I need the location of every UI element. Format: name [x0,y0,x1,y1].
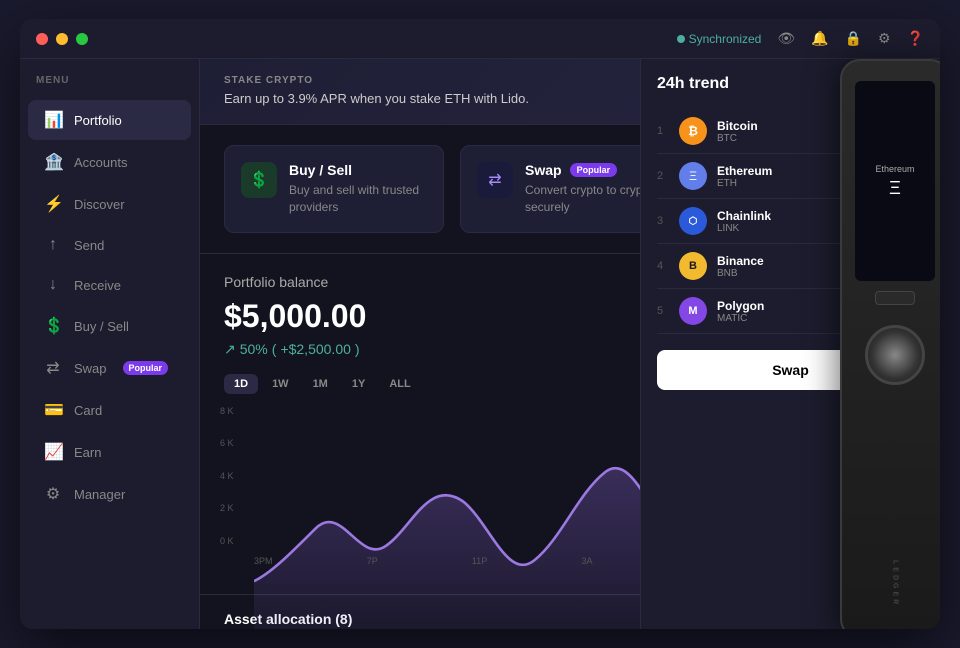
buy-sell-icon: 💲 [44,316,62,336]
gear-icon[interactable]: ⚙ [878,30,891,47]
bell-icon[interactable]: 🔔 [811,30,828,47]
receive-icon: ↓ [44,276,62,294]
title-bar: Synchronized 👁 🔔 🔒 ⚙ ❓ [20,19,940,59]
banner-line2: ETH with Lido. [444,91,529,106]
matic-icon: M [679,297,707,325]
portfolio-icon: 📊 [44,110,62,130]
sync-label: Synchronized [689,32,762,46]
change-amount: ( [272,341,277,357]
change-value: +$2,500.00 [280,341,350,357]
trend-rank-1: 1 [657,125,669,137]
sidebar-item-label-earn: Earn [74,445,101,460]
sidebar-item-accounts[interactable]: 🏦 Accounts [28,142,191,182]
sidebar-item-label-receive: Receive [74,278,121,293]
period-1d[interactable]: 1D [224,374,258,394]
ledger-screen: Ethereum Ξ [855,81,935,281]
bnb-icon: B [679,252,707,280]
sidebar-item-label-card: Card [74,403,102,418]
swap-popular-badge: Popular [123,361,169,375]
ledger-button-center[interactable] [865,325,925,385]
sidebar-item-receive[interactable]: ↓ Receive [28,266,191,304]
eye-icon[interactable]: 👁 [777,30,795,47]
sidebar-item-send[interactable]: ↑ Send [28,226,191,264]
sidebar-item-label-accounts: Accounts [74,155,127,170]
arrow-up-icon: ↗ [224,341,236,358]
buy-sell-card[interactable]: 💲 Buy / Sell Buy and sell with trusted p… [224,145,444,233]
btc-icon: ₿ [679,117,707,145]
sidebar-item-portfolio[interactable]: 📊 Portfolio [28,100,191,140]
banner-line1: Earn up to 3.9% APR when you stake [224,91,441,106]
traffic-light-close[interactable] [36,33,48,45]
sidebar: MENU 📊 Portfolio 🏦 Accounts ⚡ Discover ↑… [20,59,200,629]
question-icon[interactable]: ❓ [907,30,924,47]
app-window: Synchronized 👁 🔔 🔒 ⚙ ❓ MENU 📊 Portfolio … [20,19,940,629]
menu-label: MENU [20,75,199,98]
trend-rank-2: 2 [657,170,669,182]
trend-rank-5: 5 [657,305,669,317]
sidebar-item-swap[interactable]: ⇄ Swap Popular [28,348,191,388]
sidebar-item-label-portfolio: Portfolio [74,113,122,128]
sync-status: Synchronized [677,32,762,46]
traffic-light-minimize[interactable] [56,33,68,45]
sidebar-item-card[interactable]: 💳 Card [28,390,191,430]
eth-icon: Ξ [679,162,707,190]
sidebar-item-label-discover: Discover [74,197,125,212]
period-1m[interactable]: 1M [303,374,338,394]
sidebar-item-earn[interactable]: 📈 Earn [28,432,191,472]
period-1w[interactable]: 1W [262,374,299,394]
ledger-label: LEDGER [892,560,899,607]
discover-icon: ⚡ [44,194,62,214]
earn-icon: 📈 [44,442,62,462]
swap-card-badge: Popular [570,163,618,177]
trend-rank-3: 3 [657,215,669,227]
layout: MENU 📊 Portfolio 🏦 Accounts ⚡ Discover ↑… [20,59,940,629]
trend-rank-4: 4 [657,260,669,272]
buy-sell-card-body: Buy / Sell Buy and sell with trusted pro… [289,162,427,216]
change-percent: 50% [240,341,268,357]
period-all[interactable]: ALL [379,374,420,394]
manager-icon: ⚙ [44,484,62,504]
period-1y[interactable]: 1Y [342,374,375,394]
title-bar-right: Synchronized 👁 🔔 🔒 ⚙ ❓ [677,30,924,47]
sidebar-item-manager[interactable]: ⚙ Manager [28,474,191,514]
buy-sell-card-icon: 💲 [241,162,277,198]
sidebar-item-buy-sell[interactable]: 💲 Buy / Sell [28,306,191,346]
link-icon: ⬡ [679,207,707,235]
sync-dot [677,35,685,43]
send-icon: ↑ [44,236,62,254]
sidebar-item-discover[interactable]: ⚡ Discover [28,184,191,224]
buy-sell-card-title: Buy / Sell [289,162,427,178]
chart-y-labels: 8 K 6 K 4 K 2 K 0 K [220,406,250,546]
swap-card-icon: ⇄ [477,162,513,198]
accounts-icon: 🏦 [44,152,62,172]
lock-icon[interactable]: 🔒 [845,30,862,47]
buy-sell-card-subtitle: Buy and sell with trusted providers [289,182,427,216]
sidebar-item-label-send: Send [74,238,104,253]
swap-icon: ⇄ [44,358,62,378]
traffic-light-maximize[interactable] [76,33,88,45]
sidebar-item-label-buy-sell: Buy / Sell [74,319,129,334]
sidebar-item-label-manager: Manager [74,487,125,502]
ledger-device: Ethereum Ξ LEDGER [840,59,940,629]
ledger-button-left[interactable] [875,291,915,305]
sidebar-item-label-swap: Swap [74,361,107,376]
card-icon: 💳 [44,400,62,420]
